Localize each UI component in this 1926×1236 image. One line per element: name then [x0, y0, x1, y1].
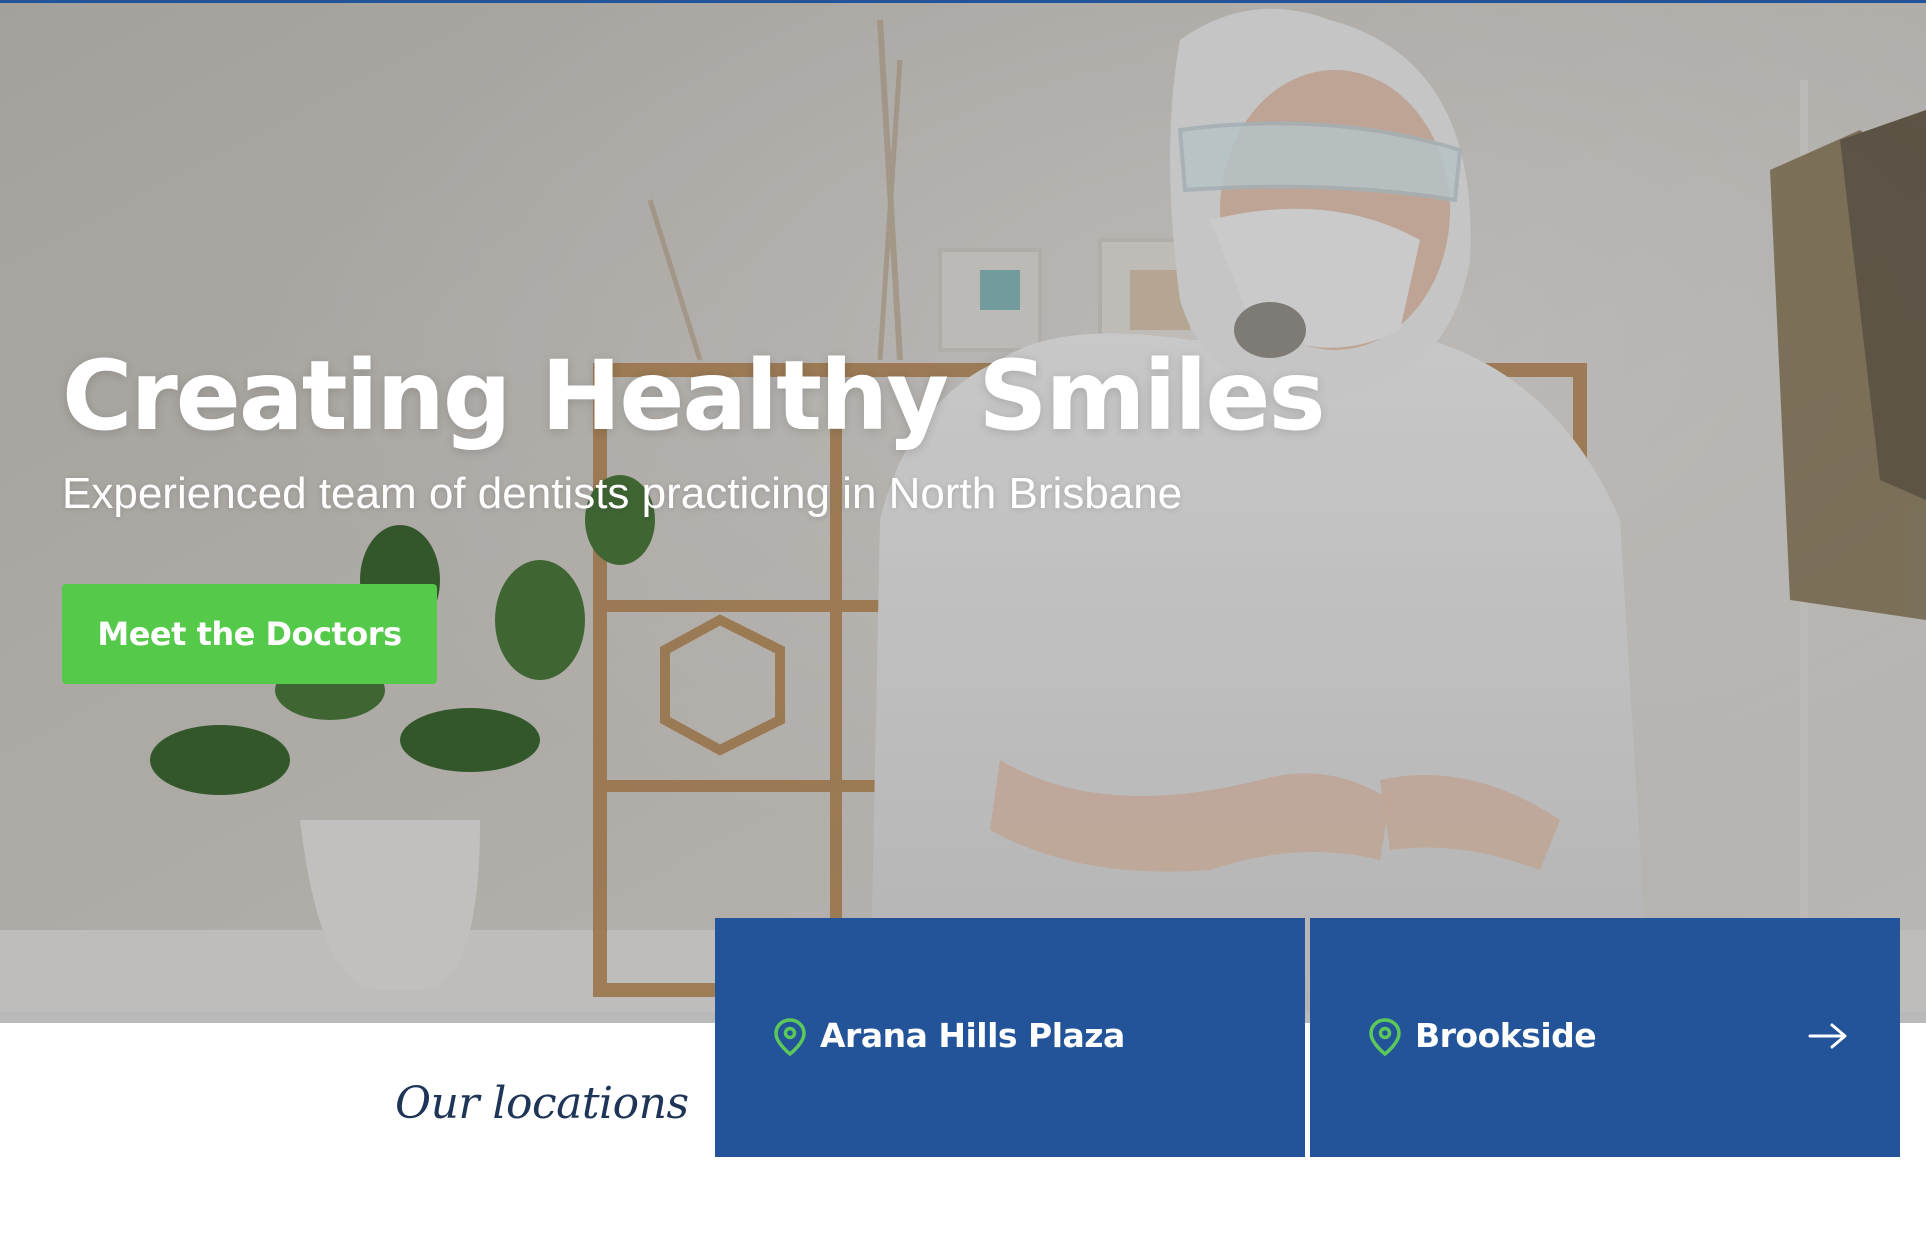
- location-name: Brookside: [1415, 1016, 1597, 1055]
- arrow-right-icon[interactable]: [1808, 1022, 1848, 1050]
- hero-subtitle: Experienced team of dentists practicing …: [62, 469, 1183, 518]
- page: Creating Healthy Smiles Experienced team…: [0, 0, 1926, 1236]
- hero-section: Creating Healthy Smiles Experienced team…: [0, 0, 1926, 1012]
- location-card-arana-hills-plaza[interactable]: Arana Hills Plaza: [715, 918, 1305, 1157]
- top-accent-bar: [0, 0, 1926, 3]
- map-pin-icon: [1369, 1018, 1401, 1056]
- location-card-brookside[interactable]: Brookside: [1310, 918, 1900, 1157]
- meet-the-doctors-button[interactable]: Meet the Doctors: [62, 584, 437, 684]
- locations-heading: Our locations: [395, 1078, 689, 1129]
- location-name: Arana Hills Plaza: [820, 1016, 1125, 1055]
- hero-text-block: Creating Healthy Smiles Experienced team…: [62, 340, 1326, 522]
- map-pin-icon: [774, 1018, 806, 1056]
- hero-title: Creating Healthy Smiles: [62, 340, 1326, 452]
